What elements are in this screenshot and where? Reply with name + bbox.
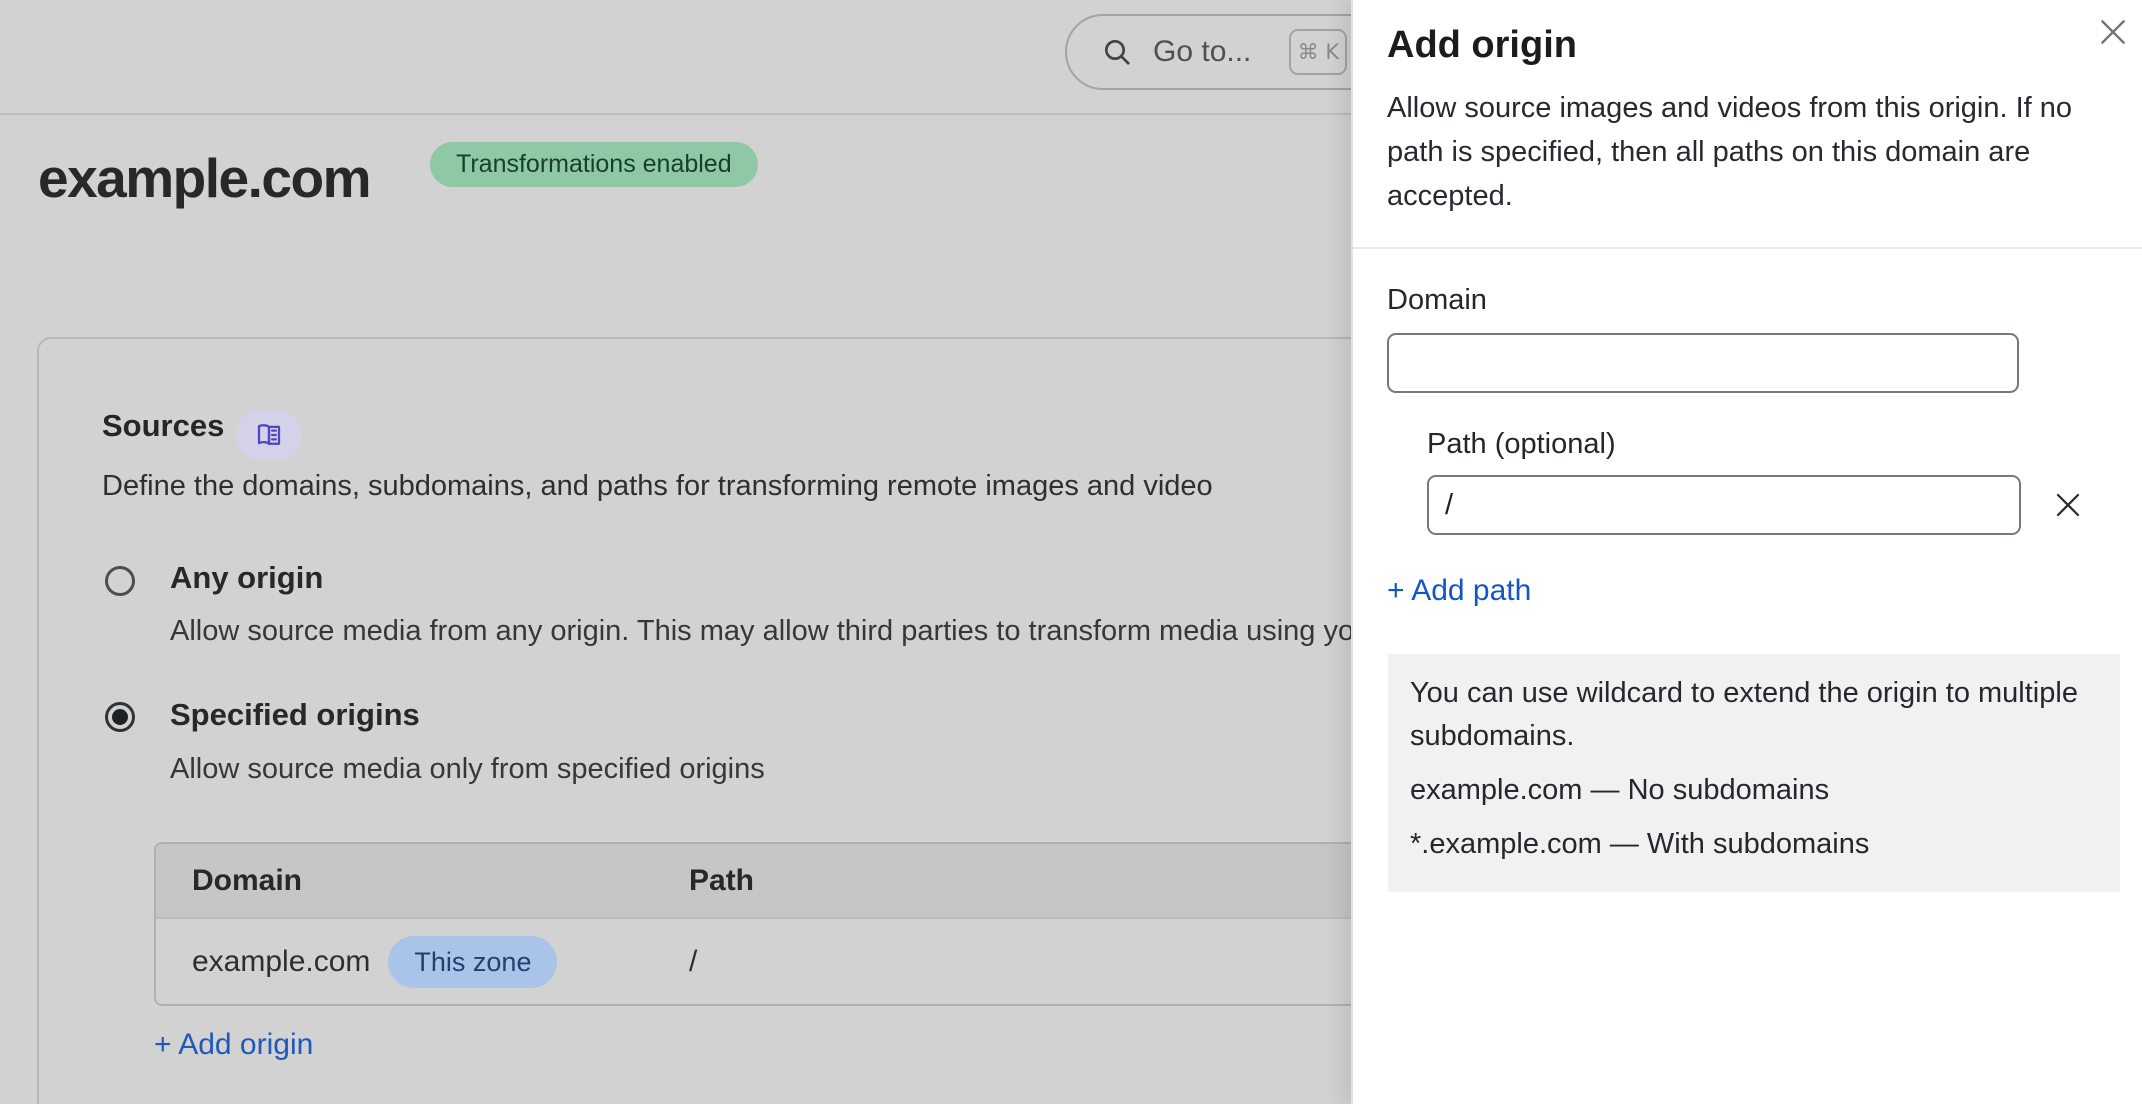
drawer-divider [1353,247,2142,249]
open-book-icon [254,420,284,450]
drawer-close-button[interactable] [2089,8,2137,56]
path-field-label: Path (optional) [1427,428,1616,461]
column-header-domain: Domain [156,864,689,898]
sources-description: Define the domains, subdomains, and path… [102,470,1213,503]
add-path-link[interactable]: + Add path [1387,574,1531,608]
domain-field-label: Domain [1387,284,1487,317]
table-row: example.com This zone / [156,917,1532,1004]
origins-table: Domain Path example.com This zone / [154,842,1534,1006]
row-domain-value: example.com [192,945,370,979]
radio-any-origin[interactable] [105,566,135,596]
wildcard-note: You can use wildcard to extend the origi… [1410,672,2105,758]
domain-field[interactable] [1387,333,2019,393]
add-origin-drawer: Add origin Allow source images and video… [1351,0,2142,1104]
path-field[interactable] [1427,475,2021,535]
sources-heading: Sources [102,408,224,444]
example-with-subdomains: *.example.com — With subdomains [1410,823,2105,866]
radio-specified-origins-description: Allow source media only from specified o… [170,753,765,786]
wildcard-info-box: You can use wildcard to extend the origi… [1388,654,2120,892]
app-root: Go to... ⌘ K example.com Transformations… [0,0,2142,1104]
radio-specified-origins-label[interactable]: Specified origins [170,697,420,733]
radio-any-origin-label[interactable]: Any origin [170,560,323,596]
status-badge: Transformations enabled [430,142,758,187]
page-title: example.com [38,146,370,210]
radio-any-origin-description: Allow source media from any origin. This… [170,615,1354,648]
docs-link-chip[interactable] [236,410,302,460]
example-no-subdomains: example.com — No subdomains [1410,769,2105,812]
search-shortcut-badge: ⌘ K [1289,29,1347,75]
add-origin-link[interactable]: + Add origin [154,1028,313,1062]
remove-path-button[interactable] [2043,480,2093,530]
drawer-title: Add origin [1387,24,1577,67]
search-icon [1101,36,1133,68]
search-placeholder: Go to... [1153,35,1251,69]
origins-table-header: Domain Path [156,844,1532,917]
remove-path-x-icon [2053,490,2083,520]
this-zone-badge: This zone [388,936,557,988]
drawer-description: Allow source images and videos from this… [1387,86,2117,218]
radio-specified-origins[interactable] [105,702,135,732]
close-icon [2097,16,2129,48]
